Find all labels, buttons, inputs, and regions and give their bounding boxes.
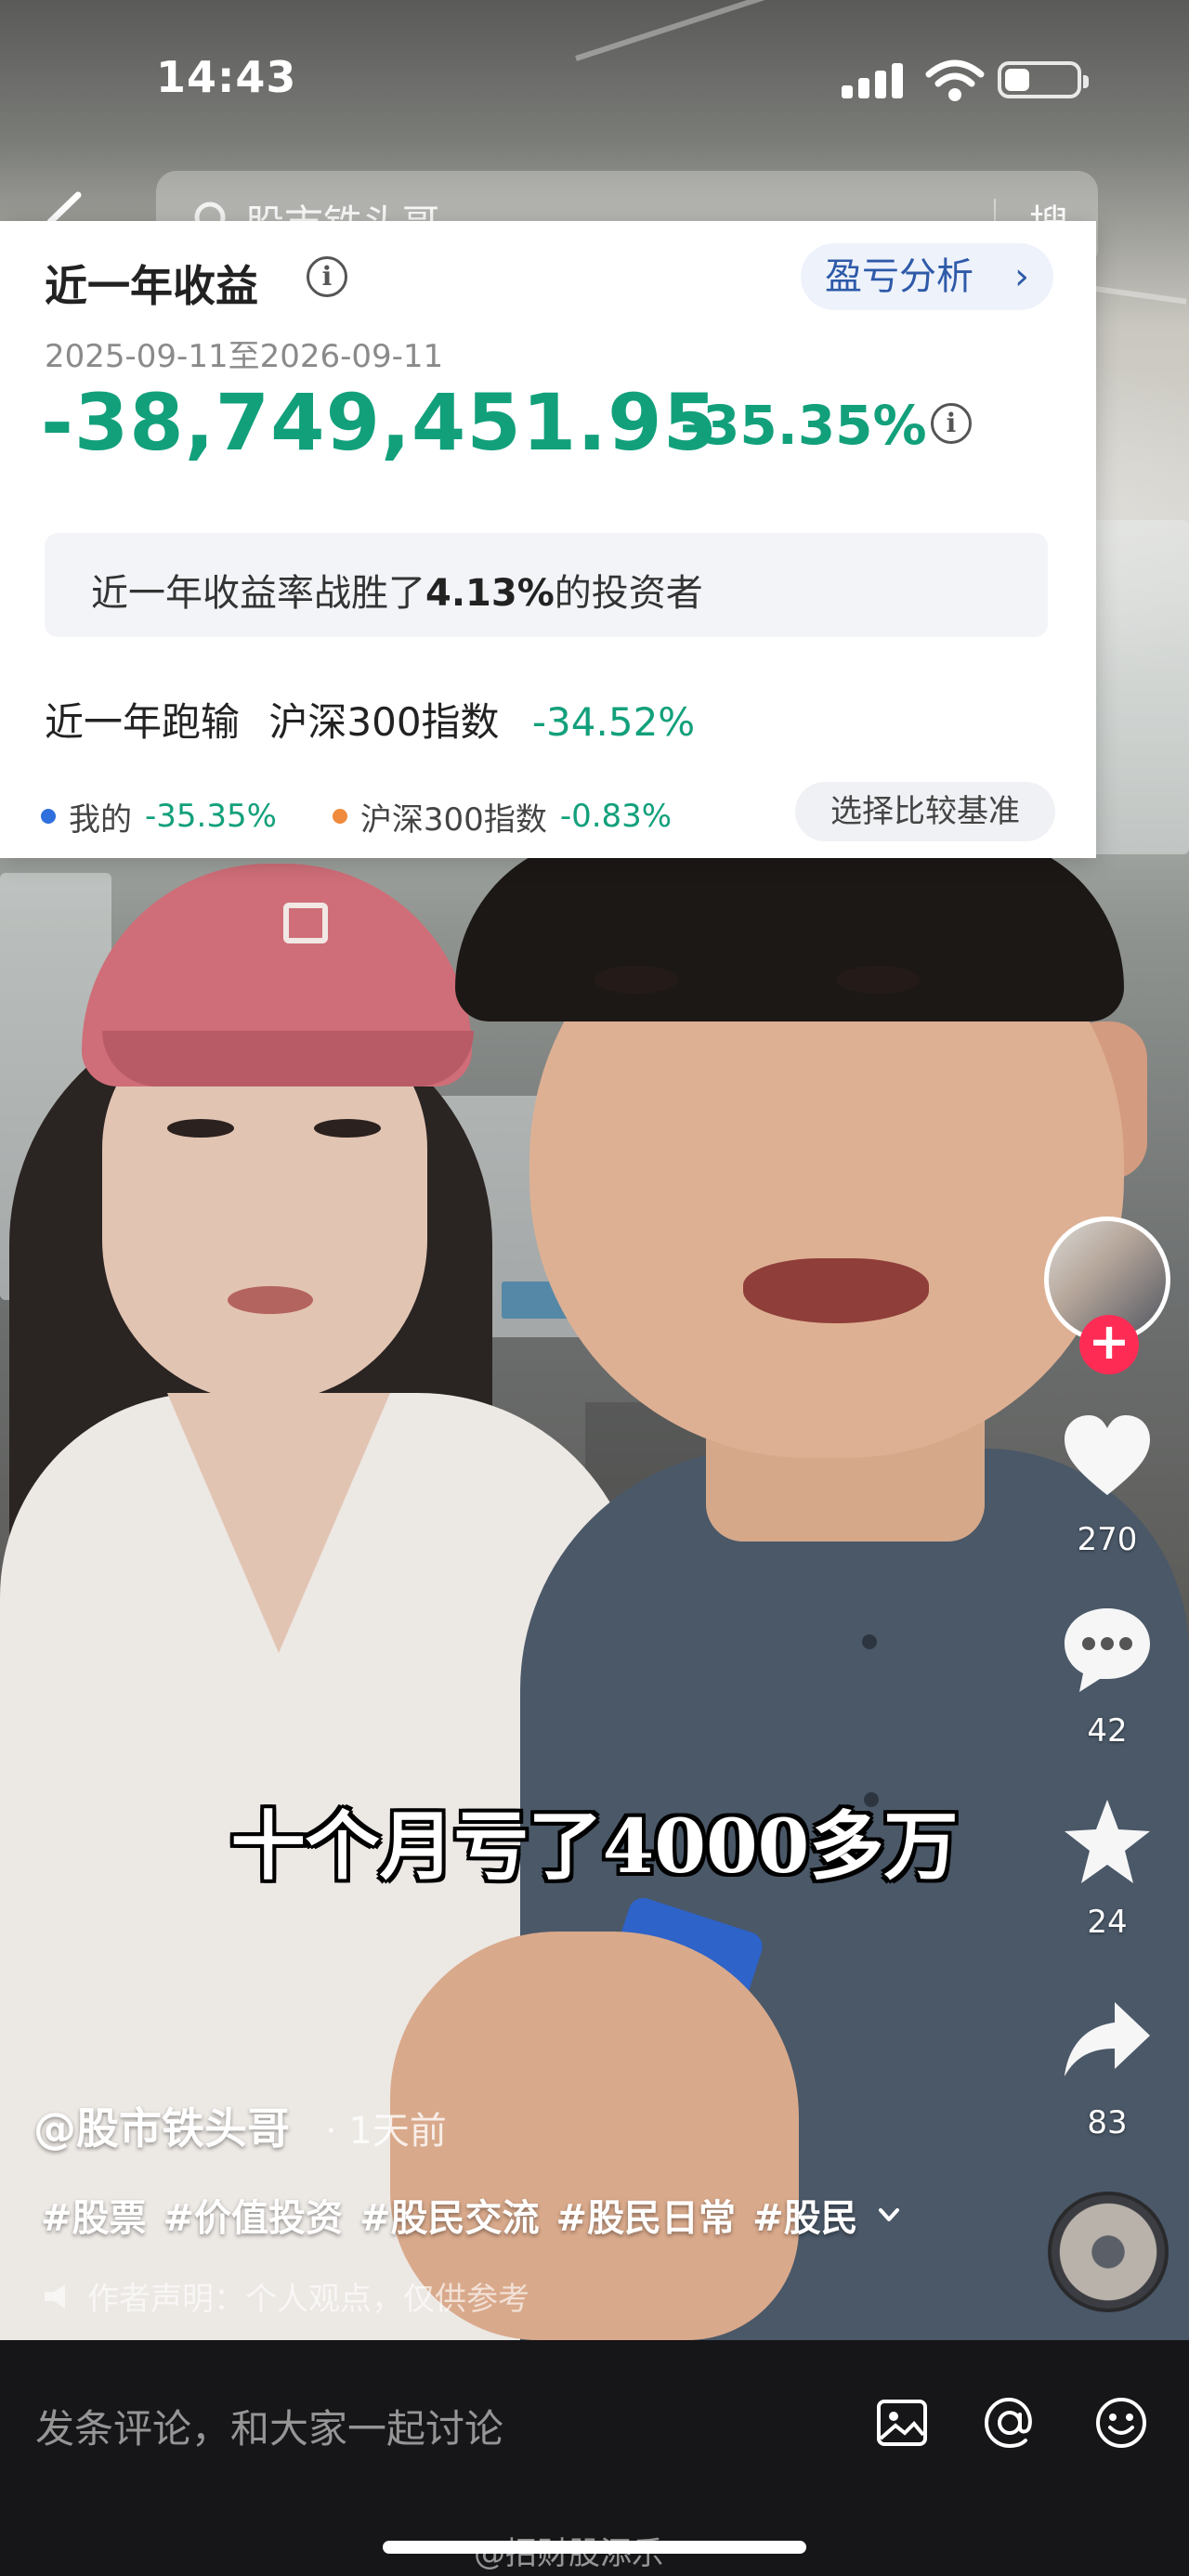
man-hair bbox=[455, 836, 1124, 1021]
comment-bar: 发条评论，和大家一起讨论 @招财股添乐 bbox=[0, 2340, 1189, 2576]
lag-value: -34.52% bbox=[531, 699, 696, 745]
beat-text: 近一年收益率战胜了4.13%的投资者 bbox=[91, 563, 703, 617]
home-indicator[interactable] bbox=[383, 2541, 806, 2554]
beat-investors-banner: 近一年收益率战胜了4.13%的投资者 bbox=[45, 533, 1048, 637]
profit-rate: -35.35% bbox=[680, 394, 927, 457]
heart-icon[interactable] bbox=[1061, 1412, 1154, 1504]
author-username[interactable]: @股市铁头哥 bbox=[33, 2095, 290, 2156]
legend-value-index: -0.83% bbox=[559, 798, 673, 835]
chevron-down-icon[interactable] bbox=[875, 2201, 903, 2229]
woman-lips bbox=[228, 1286, 313, 1314]
hashtag[interactable]: #股票 bbox=[41, 2188, 147, 2242]
analysis-button-label: 盈亏分析 bbox=[825, 255, 973, 298]
beat-percent: 4.13% bbox=[425, 572, 555, 615]
star-icon[interactable] bbox=[1061, 1796, 1154, 1889]
lag-label: 近一年跑输 bbox=[45, 699, 241, 745]
man-eye bbox=[836, 966, 920, 994]
at-icon[interactable] bbox=[981, 2394, 1039, 2452]
man-eye bbox=[594, 966, 678, 994]
hashtag[interactable]: #股民日常 bbox=[556, 2188, 737, 2242]
info-icon[interactable]: i bbox=[307, 256, 347, 297]
chevron-right-icon: › bbox=[1014, 255, 1029, 298]
battery-level bbox=[1005, 69, 1029, 91]
video-subtitle: 十个月亏了4000多万 bbox=[230, 1802, 959, 1890]
window-light bbox=[1087, 520, 1189, 854]
legend-value-mine: -35.35% bbox=[145, 798, 277, 835]
chart-legend: 我的 -35.35% 沪深300指数 -0.83% bbox=[41, 793, 672, 839]
megaphone-icon bbox=[45, 2283, 65, 2309]
card-title: 近一年收益 bbox=[45, 261, 258, 311]
share-count: 83 bbox=[1087, 2104, 1128, 2141]
annual-profit-card: 近一年收益 i 盈亏分析 › 2025-09-11至2026-09-11 -38… bbox=[0, 221, 1096, 858]
shirt-button bbox=[862, 1634, 877, 1649]
legend-dot-index bbox=[332, 809, 347, 824]
woman-cap-brim bbox=[102, 1031, 474, 1086]
profit-amount: -38,749,451.95 bbox=[41, 377, 719, 468]
beat-prefix: 近一年收益率战胜了 bbox=[91, 572, 425, 615]
date-range: 2025-09-11至2026-09-11 bbox=[45, 338, 444, 375]
cellular-signal-icon bbox=[842, 61, 907, 98]
beat-suffix: 的投资者 bbox=[554, 572, 703, 615]
cap-logo bbox=[283, 903, 328, 943]
select-benchmark-button[interactable]: 选择比较基准 bbox=[795, 782, 1055, 841]
legend-label-index: 沪深300指数 bbox=[359, 800, 547, 839]
status-bar: 14:43 bbox=[0, 0, 1189, 158]
hashtag[interactable]: #股民交流 bbox=[359, 2188, 540, 2242]
index-comparison-row: 近一年跑输 沪深300指数 -34.52% bbox=[45, 691, 695, 748]
disclaimer-text: 作者声明：个人观点，仅供参考 bbox=[87, 2281, 529, 2318]
hashtag[interactable]: #价值投资 bbox=[163, 2188, 344, 2242]
post-time: · 1天前 bbox=[325, 2110, 447, 2153]
favorite-count: 24 bbox=[1087, 1904, 1128, 1941]
man-brow bbox=[567, 919, 678, 938]
woman-eye bbox=[314, 1119, 381, 1138]
emoji-icon[interactable] bbox=[1092, 2394, 1150, 2452]
image-icon[interactable] bbox=[873, 2394, 931, 2452]
follow-button[interactable]: + bbox=[1079, 1315, 1139, 1374]
music-disc[interactable] bbox=[1048, 2192, 1169, 2312]
profit-analysis-button[interactable]: 盈亏分析 › bbox=[801, 243, 1053, 310]
like-count: 270 bbox=[1077, 1521, 1138, 1558]
man-mouth bbox=[743, 1258, 929, 1323]
legend-dot-mine bbox=[41, 809, 56, 824]
hashtag-list: #股票 #价值投资 #股民交流 #股民日常 #股民 bbox=[41, 2188, 903, 2242]
legend-label-mine: 我的 bbox=[69, 800, 132, 839]
man-brow bbox=[817, 919, 929, 938]
wifi-icon bbox=[925, 59, 985, 101]
info-icon[interactable]: i bbox=[931, 403, 972, 444]
comment-input[interactable]: 发条评论，和大家一起讨论 bbox=[35, 2398, 503, 2454]
comment-count: 42 bbox=[1087, 1712, 1128, 1750]
battery-icon bbox=[998, 61, 1089, 98]
comment-icon[interactable] bbox=[1061, 1603, 1154, 1696]
status-time: 14:43 bbox=[156, 52, 297, 102]
share-icon[interactable] bbox=[1061, 1993, 1154, 2086]
index-name: 沪深300指数 bbox=[268, 699, 500, 745]
woman-eye bbox=[167, 1119, 234, 1138]
author-disclaimer: 作者声明：个人观点，仅供参考 bbox=[41, 2273, 529, 2319]
hashtag[interactable]: #股民 bbox=[752, 2188, 858, 2242]
